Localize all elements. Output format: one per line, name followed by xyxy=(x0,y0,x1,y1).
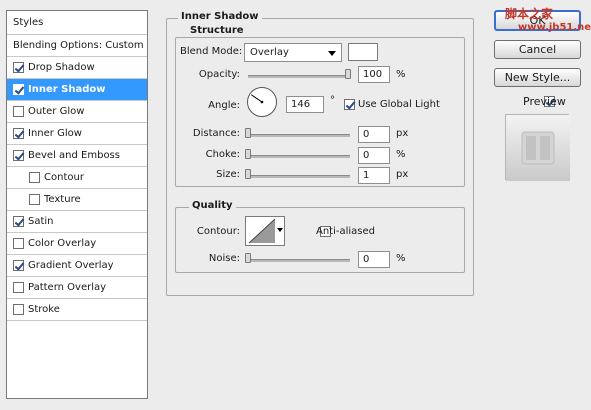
style-item-label: Stroke xyxy=(28,304,60,315)
angle-unit: ° xyxy=(330,95,335,106)
style-checkbox[interactable] xyxy=(29,172,40,183)
size-input[interactable]: 1 xyxy=(358,167,390,184)
contour-curve-icon xyxy=(248,218,276,244)
preview-label: Preview xyxy=(523,95,566,108)
distance-slider-track[interactable] xyxy=(248,134,350,137)
style-item-label: Satin xyxy=(28,216,54,227)
style-item-label: Drop Shadow xyxy=(28,62,95,73)
style-checkbox[interactable] xyxy=(13,128,24,139)
style-item-label: Gradient Overlay xyxy=(28,260,114,271)
opacity-unit: % xyxy=(396,69,406,80)
watermark-url: www.jb51.net xyxy=(518,22,591,33)
angle-input[interactable]: 146 xyxy=(286,96,324,113)
styles-list-panel: Styles Blending Options: Custom Drop Shad… xyxy=(6,10,148,399)
opacity-input[interactable]: 100 xyxy=(358,66,390,83)
style-item-label: Pattern Overlay xyxy=(28,282,107,293)
distance-input[interactable]: 0 xyxy=(358,126,390,143)
opacity-slider-track[interactable] xyxy=(248,75,350,78)
inner-shadow-title: Inner Shadow xyxy=(178,11,262,22)
style-item-pattern-overlay[interactable]: Pattern Overlay xyxy=(7,277,147,299)
style-item-drop-shadow[interactable]: Drop Shadow xyxy=(7,57,147,79)
choke-unit: % xyxy=(396,149,406,160)
style-checkbox[interactable] xyxy=(13,282,24,293)
noise-unit: % xyxy=(396,253,406,264)
new-style-button[interactable]: New Style... xyxy=(494,68,581,87)
preview-swatch-image xyxy=(506,115,570,181)
style-item-color-overlay[interactable]: Color Overlay xyxy=(7,233,147,255)
use-global-light-checkbox[interactable] xyxy=(344,99,355,110)
style-item-inner-shadow[interactable]: Inner Shadow xyxy=(7,79,147,101)
distance-unit: px xyxy=(396,128,409,139)
style-item-texture[interactable]: Texture xyxy=(7,189,147,211)
chevron-down-icon xyxy=(328,51,336,56)
distance-slider-thumb[interactable] xyxy=(245,128,251,138)
style-checkbox[interactable] xyxy=(13,84,24,95)
watermark-logo: 脚本之家 xyxy=(505,7,554,21)
choke-slider-thumb[interactable] xyxy=(245,149,251,159)
choke-slider-track[interactable] xyxy=(248,155,350,158)
size-unit: px xyxy=(396,169,409,180)
style-checkbox[interactable] xyxy=(13,106,24,117)
style-item-label: Bevel and Emboss xyxy=(28,150,120,161)
preview-thumbnail xyxy=(505,114,570,181)
style-item-label: Inner Shadow xyxy=(28,84,106,95)
style-checkbox[interactable] xyxy=(13,216,24,227)
style-checkbox[interactable] xyxy=(29,194,40,205)
styles-header[interactable]: Styles xyxy=(7,11,147,35)
new-style-button-label: New Style... xyxy=(504,71,571,84)
style-checkbox[interactable] xyxy=(13,150,24,161)
style-item-gradient-overlay[interactable]: Gradient Overlay xyxy=(7,255,147,277)
blend-mode-value: Overlay xyxy=(250,47,289,58)
blend-mode-select[interactable]: Overlay xyxy=(244,43,342,62)
style-item-contour[interactable]: Contour xyxy=(7,167,147,189)
size-slider-thumb[interactable] xyxy=(245,169,251,179)
shadow-color-swatch[interactable] xyxy=(348,43,378,61)
opacity-slider-thumb[interactable] xyxy=(345,69,351,79)
blend-mode-label: Blend Mode: xyxy=(180,46,243,57)
style-item-label: Inner Glow xyxy=(28,128,82,139)
structure-title: Structure xyxy=(187,25,247,36)
style-item-label: Blending Options: Custom xyxy=(13,40,144,51)
styles-header-label: Styles xyxy=(13,17,44,28)
cancel-button-label: Cancel xyxy=(518,43,557,56)
use-global-light-label: Use Global Light xyxy=(358,99,440,110)
style-item-blending-options-custom[interactable]: Blending Options: Custom xyxy=(7,35,147,57)
anti-aliased-label: Anti-aliased xyxy=(316,226,376,237)
style-item-stroke[interactable]: Stroke xyxy=(7,299,147,321)
chevron-down-icon[interactable] xyxy=(277,228,283,232)
quality-title: Quality xyxy=(189,200,236,211)
choke-input[interactable]: 0 xyxy=(358,147,390,164)
noise-slider-track[interactable] xyxy=(248,259,350,262)
cancel-button[interactable]: Cancel xyxy=(494,40,581,59)
style-item-bevel-and-emboss[interactable]: Bevel and Emboss xyxy=(7,145,147,167)
noise-slider-thumb[interactable] xyxy=(245,253,251,263)
contour-picker[interactable] xyxy=(245,216,285,246)
style-checkbox[interactable] xyxy=(13,260,24,271)
contour-label: Contour: xyxy=(196,226,240,237)
choke-label: Choke: xyxy=(205,149,240,160)
style-checkbox[interactable] xyxy=(13,62,24,73)
angle-label: Angle: xyxy=(208,100,240,111)
size-label: Size: xyxy=(216,169,240,180)
style-item-label: Texture xyxy=(44,194,81,205)
style-checkbox[interactable] xyxy=(13,304,24,315)
style-item-label: Contour xyxy=(44,172,84,183)
style-item-label: Outer Glow xyxy=(28,106,85,117)
style-item-outer-glow[interactable]: Outer Glow xyxy=(7,101,147,123)
noise-input[interactable]: 0 xyxy=(358,251,390,268)
style-item-inner-glow[interactable]: Inner Glow xyxy=(7,123,147,145)
distance-label: Distance: xyxy=(192,128,240,139)
opacity-label: Opacity: xyxy=(198,69,240,80)
style-checkbox[interactable] xyxy=(13,238,24,249)
angle-dial[interactable] xyxy=(246,86,278,118)
size-slider-track[interactable] xyxy=(248,175,350,178)
style-item-label: Color Overlay xyxy=(28,238,97,249)
angle-dial-icon xyxy=(247,87,277,117)
noise-label: Noise: xyxy=(208,253,240,264)
style-item-satin[interactable]: Satin xyxy=(7,211,147,233)
